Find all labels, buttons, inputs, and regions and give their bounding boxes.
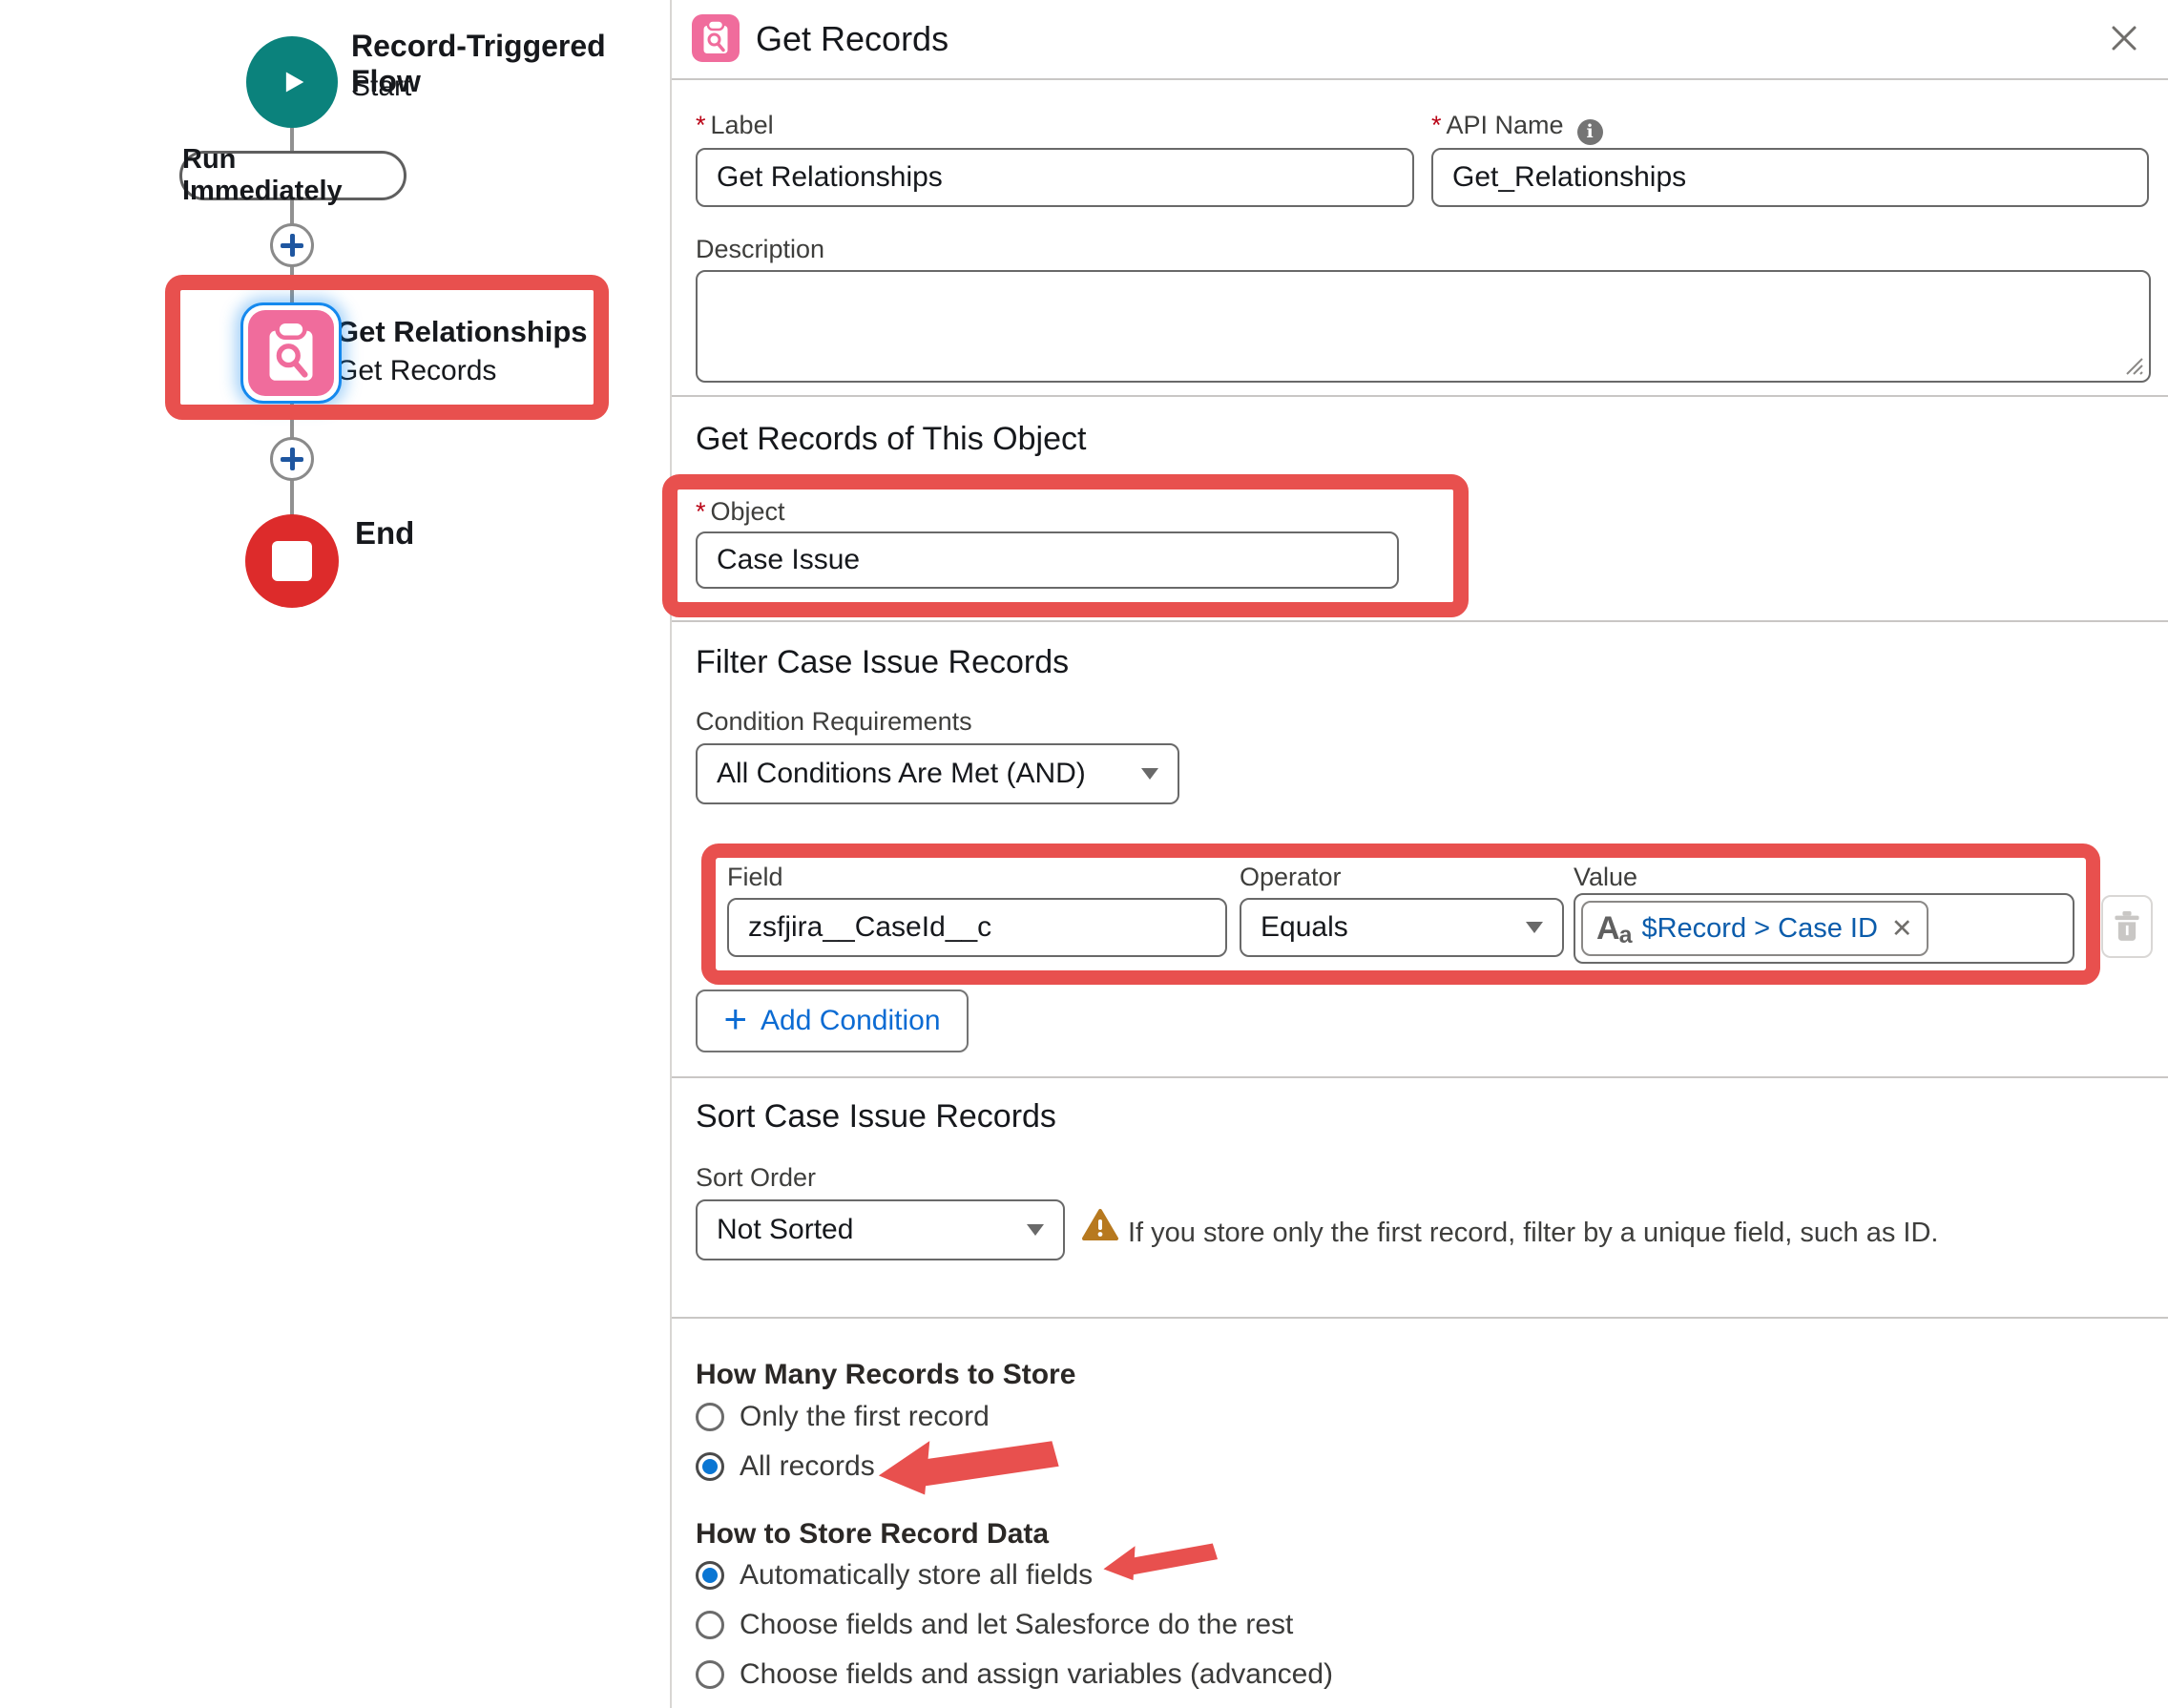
divider xyxy=(672,78,2168,80)
filter-section-heading: Filter Case Issue Records xyxy=(696,644,1069,681)
divider xyxy=(672,1317,2168,1319)
warning-icon xyxy=(1081,1208,1119,1242)
annotation-arrow-store-all-fields xyxy=(1101,1531,1220,1593)
divider xyxy=(672,395,2168,397)
run-immediately-badge[interactable]: Run Immediately xyxy=(179,151,406,200)
close-icon[interactable] xyxy=(2107,21,2141,55)
condition-requirements-dropdown[interactable]: All Conditions Are Met (AND) xyxy=(696,743,1179,804)
delete-condition-button[interactable] xyxy=(2101,895,2153,958)
filter-field-input[interactable]: zsfjira__CaseId__c xyxy=(727,898,1227,957)
field-column-label: Field xyxy=(727,863,783,892)
filter-value-input[interactable]: Aa $Record > Case ID ✕ xyxy=(1574,893,2074,964)
sort-order-label: Sort Order xyxy=(696,1163,816,1193)
add-condition-button[interactable]: + Add Condition xyxy=(696,989,969,1052)
stop-icon xyxy=(272,541,312,581)
object-input[interactable]: Case Issue xyxy=(696,531,1399,589)
api-name-field-label: *API Namei xyxy=(1431,111,1603,145)
description-textarea[interactable] xyxy=(696,270,2151,383)
node-subtitle: Get Records xyxy=(336,355,496,387)
radio-icon[interactable] xyxy=(696,1611,724,1639)
node-title: Get Relationships xyxy=(336,315,588,349)
get-records-icon xyxy=(248,310,334,396)
filter-operator-dropdown[interactable]: Equals xyxy=(1240,898,1564,957)
play-icon xyxy=(271,61,313,103)
pill-label: $Record > Case ID xyxy=(1641,913,1877,945)
how-to-store-heading: How to Store Record Data xyxy=(696,1518,1049,1551)
operator-column-label: Operator xyxy=(1240,863,1342,892)
radio-all-records[interactable]: All records xyxy=(696,1450,875,1483)
info-icon[interactable]: i xyxy=(1577,119,1603,145)
get-records-icon xyxy=(692,14,740,62)
value-column-label: Value xyxy=(1574,863,1637,892)
radio-choose-fields-salesforce[interactable]: Choose fields and let Salesforce do the … xyxy=(696,1609,1293,1641)
sort-section-heading: Sort Case Issue Records xyxy=(696,1098,1056,1135)
label-input[interactable]: Get Relationships xyxy=(696,148,1414,207)
start-node-subtitle: Start xyxy=(351,71,411,103)
radio-icon[interactable] xyxy=(696,1660,724,1689)
radio-selected-icon[interactable] xyxy=(696,1561,724,1590)
radio-choose-fields-advanced[interactable]: Choose fields and assign variables (adva… xyxy=(696,1658,1333,1691)
record-case-id-pill[interactable]: Aa $Record > Case ID ✕ xyxy=(1581,901,1928,956)
radio-icon[interactable] xyxy=(696,1403,724,1431)
radio-only-first-record[interactable]: Only the first record xyxy=(696,1401,990,1433)
divider xyxy=(672,1076,2168,1078)
chevron-down-icon xyxy=(1027,1224,1044,1236)
condition-requirements-label: Condition Requirements xyxy=(696,707,972,737)
chevron-down-icon xyxy=(1141,768,1158,780)
label-field-label: *Label xyxy=(696,111,774,140)
flow-canvas[interactable]: Record-Triggered Flow Start Run Immediat… xyxy=(0,0,670,1708)
add-element-button[interactable] xyxy=(270,437,314,481)
panel-title: Get Records xyxy=(756,0,948,78)
resize-handle-icon[interactable] xyxy=(2122,354,2145,377)
sort-order-dropdown[interactable]: Not Sorted xyxy=(696,1199,1065,1260)
object-section-heading: Get Records of This Object xyxy=(696,421,1086,458)
radio-selected-icon[interactable] xyxy=(696,1452,724,1481)
flow-builder-screen: Record-Triggered Flow Start Run Immediat… xyxy=(0,0,2168,1708)
trash-icon xyxy=(2114,911,2140,942)
radio-automatically-store[interactable]: Automatically store all fields xyxy=(696,1559,1093,1592)
text-type-icon: Aa xyxy=(1596,912,1632,945)
divider xyxy=(672,620,2168,622)
sort-warning-text: If you store only the first record, filt… xyxy=(1128,1218,1938,1249)
end-node[interactable] xyxy=(245,514,339,608)
end-node-label: End xyxy=(355,515,414,552)
start-node[interactable] xyxy=(246,36,338,128)
object-field-label: *Object xyxy=(696,497,785,527)
how-many-records-heading: How Many Records to Store xyxy=(696,1359,1075,1391)
add-element-button[interactable] xyxy=(270,223,314,267)
remove-pill-icon[interactable]: ✕ xyxy=(1891,914,1913,944)
get-records-panel: Get Records *Label Get Relationships *AP… xyxy=(670,0,2168,1708)
get-records-node[interactable] xyxy=(240,302,342,404)
api-name-input[interactable]: Get_Relationships xyxy=(1431,148,2149,207)
chevron-down-icon xyxy=(1526,922,1543,933)
description-field-label: Description xyxy=(696,235,824,264)
annotation-arrow-all-records xyxy=(876,1427,1062,1508)
